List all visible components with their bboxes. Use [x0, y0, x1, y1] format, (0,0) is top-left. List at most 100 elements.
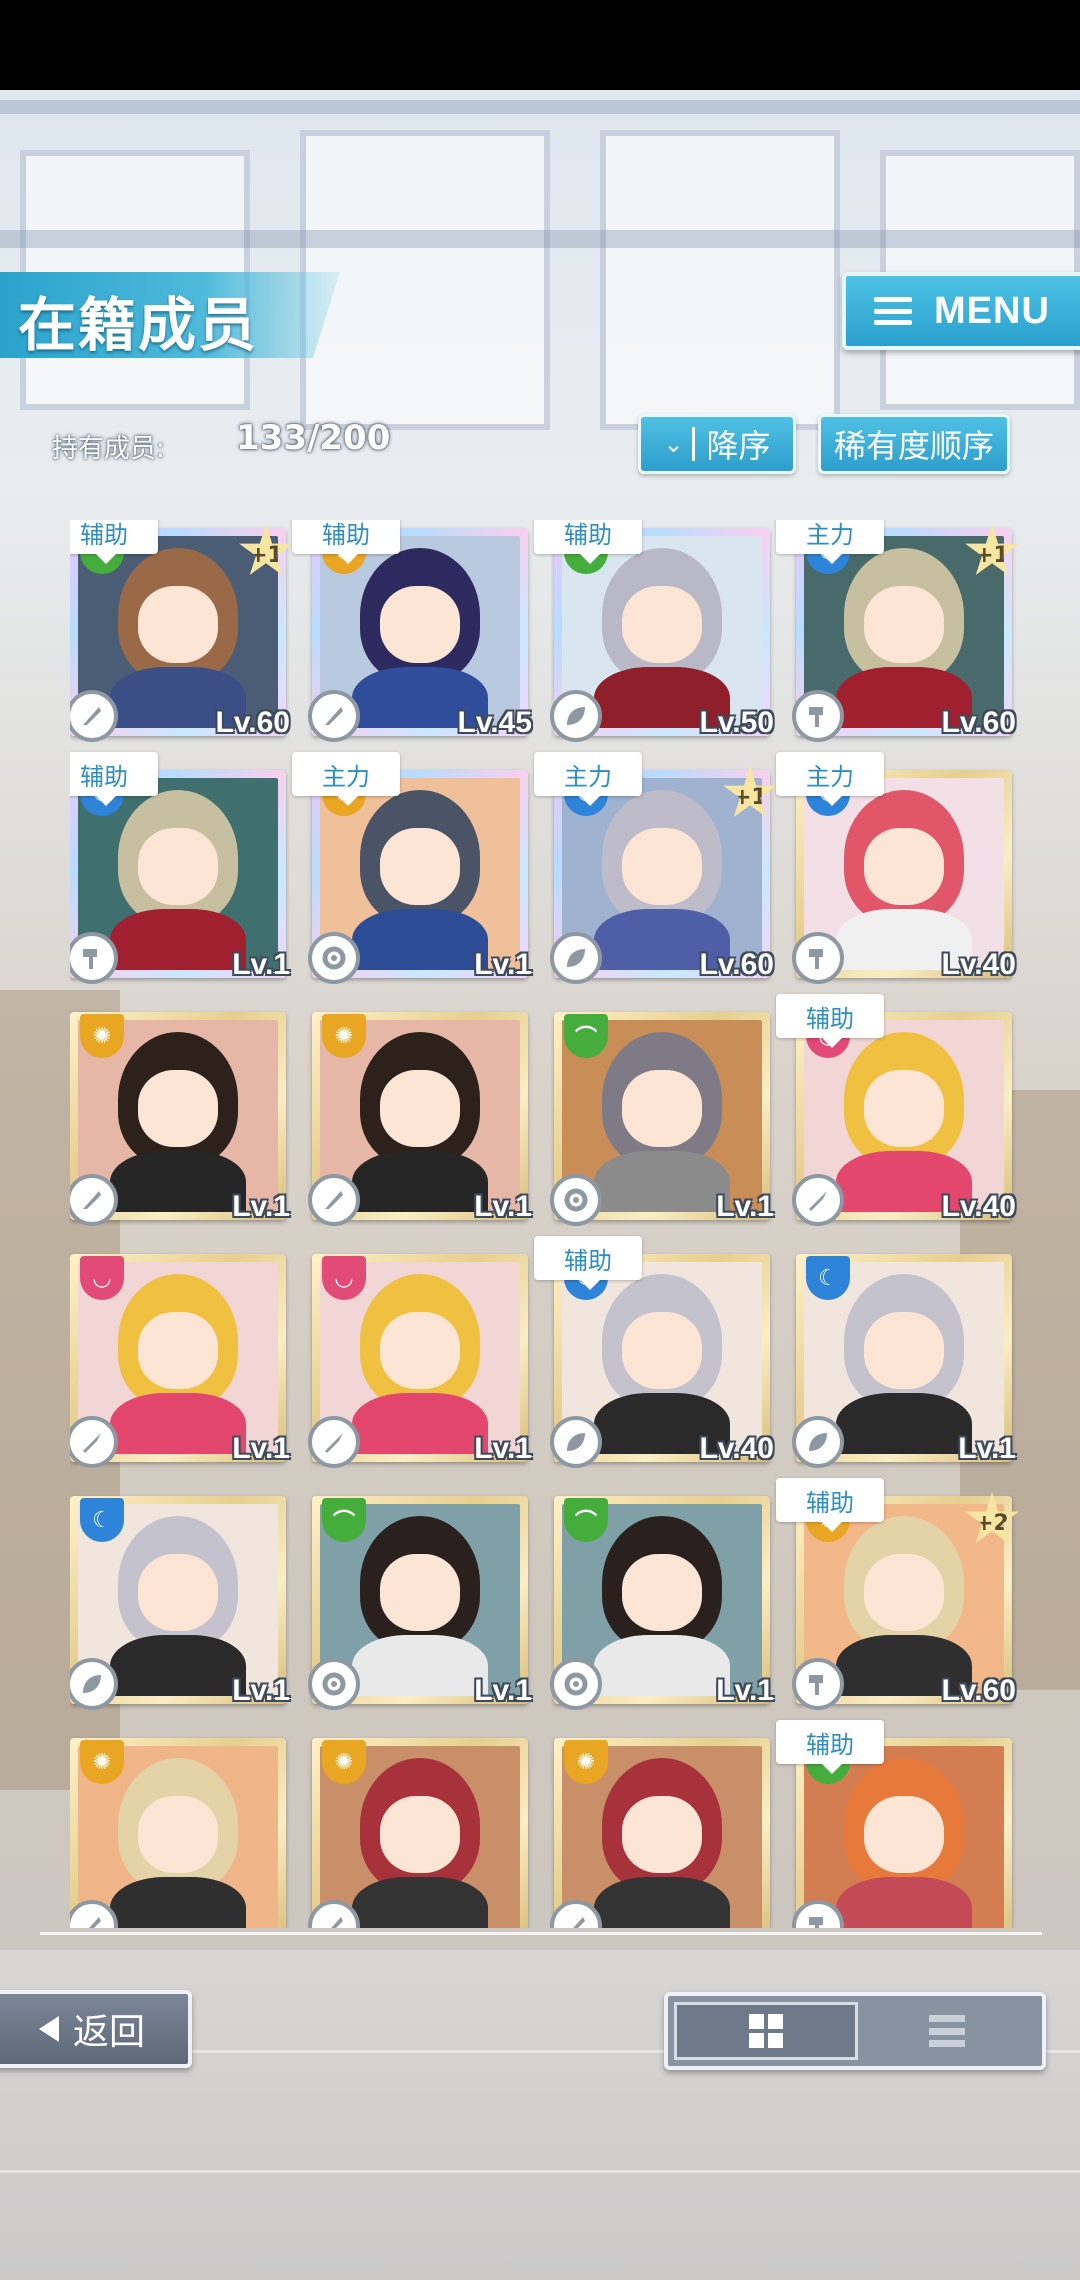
leaf-icon — [792, 1416, 844, 1468]
back-button[interactable]: 返回 — [0, 1990, 192, 2068]
role-tag: 辅助 — [70, 520, 158, 564]
level-label: Lv.40 — [941, 948, 1017, 981]
level-label: Lv.1 — [232, 1674, 290, 1707]
member-card[interactable]: ✺ — [70, 1730, 286, 1928]
grid-view-button[interactable] — [674, 2002, 858, 2060]
level-label: Lv.60 — [941, 1674, 1017, 1707]
attribute-icon: ⌒ — [564, 1498, 608, 1542]
list-icon — [929, 2015, 965, 2047]
gear-icon — [550, 1658, 602, 1710]
back-arrow-icon — [38, 2016, 59, 2042]
hammer-icon — [792, 932, 844, 984]
member-card[interactable]: ☾辅助Lv.1 — [70, 752, 290, 984]
grid-icon — [749, 2014, 783, 2048]
attribute-icon: ⌒ — [564, 1014, 608, 1058]
role-tag: 辅助 — [776, 1478, 884, 1532]
gear-icon — [550, 1174, 602, 1226]
level-label: Lv.1 — [232, 948, 290, 981]
member-card[interactable]: ⌒辅助+1Lv.60 — [70, 520, 293, 742]
level-label: Lv.50 — [699, 706, 775, 739]
status-bar — [0, 0, 1080, 90]
hammer-icon — [792, 1658, 844, 1710]
divider — [40, 1932, 1042, 1935]
level-label: Lv.60 — [699, 948, 775, 981]
level-label: Lv.40 — [941, 1190, 1017, 1223]
member-card[interactable]: ◡ Lv.1 — [308, 1246, 532, 1468]
hammer-icon — [792, 690, 844, 742]
members-count: 133/200 — [236, 418, 391, 458]
member-card[interactable]: ✺ Lv.1 — [308, 1004, 532, 1226]
level-label: Lv.1 — [474, 1190, 532, 1223]
member-card[interactable]: ✺ Lv.1 — [70, 1004, 290, 1226]
attribute-icon: ✺ — [564, 1740, 608, 1784]
sort-order-label: 降序 — [706, 427, 771, 465]
attribute-icon: ✺ — [322, 1014, 366, 1058]
member-card[interactable]: ⌒辅助 — [776, 1720, 1012, 1928]
attribute-icon: ☾ — [806, 1256, 850, 1300]
member-card[interactable]: ☾辅助Lv.40 — [534, 1236, 774, 1468]
feather-icon — [308, 1174, 360, 1226]
role-tag: 主力 — [776, 752, 884, 806]
level-label: Lv.60 — [941, 706, 1017, 739]
list-view-button[interactable] — [858, 2002, 1036, 2060]
level-label: Lv.1 — [474, 1432, 532, 1465]
member-card[interactable]: ⌒辅助Lv.50 — [534, 520, 774, 742]
leaf-icon — [550, 1416, 602, 1468]
role-tag: 辅助 — [292, 520, 400, 564]
separator — [691, 427, 695, 461]
feather-icon — [308, 690, 360, 742]
sort-order-button[interactable]: ⌄ 降序 — [638, 414, 796, 474]
attribute-icon: ◡ — [80, 1256, 124, 1300]
role-tag: 主力 — [534, 752, 642, 806]
member-card[interactable]: ☾主力Lv.40 — [776, 752, 1016, 984]
role-tag: 辅助 — [534, 1236, 642, 1290]
role-tag: 主力 — [776, 520, 884, 564]
chevron-down-icon: ⌄ — [663, 430, 684, 458]
level-label: Lv.45 — [457, 706, 533, 739]
level-label: Lv.40 — [699, 1432, 775, 1465]
sort-rarity-button[interactable]: 稀有度顺序 — [818, 414, 1010, 474]
level-label: Lv.1 — [716, 1190, 774, 1223]
gear-icon — [308, 932, 360, 984]
leaf-icon — [550, 690, 602, 742]
member-card[interactable]: ✺主力Lv.1 — [292, 752, 532, 984]
level-label: Lv.1 — [716, 1674, 774, 1707]
gear-icon — [308, 1658, 360, 1710]
view-toggle — [664, 1992, 1046, 2070]
member-card[interactable]: ⌒ Lv.1 — [550, 1488, 774, 1710]
role-tag: 辅助 — [534, 520, 642, 564]
member-card[interactable]: ✺辅助Lv.45 — [292, 520, 532, 742]
member-card[interactable]: ◡ Lv.1 — [70, 1246, 290, 1468]
back-label: 返回 — [72, 2012, 145, 2053]
attribute-icon: ✺ — [80, 1740, 124, 1784]
member-card[interactable]: ☾ Lv.1 — [792, 1246, 1016, 1468]
member-card[interactable]: ⌒ Lv.1 — [550, 1004, 774, 1226]
level-label: Lv.1 — [474, 1674, 532, 1707]
member-card[interactable]: ✺ — [308, 1730, 528, 1928]
hamburger-icon — [874, 297, 912, 325]
level-label: Lv.1 — [474, 948, 532, 981]
level-label: Lv.1 — [232, 1432, 290, 1465]
role-tag: 辅助 — [70, 752, 158, 806]
menu-label: MENU — [934, 289, 1050, 332]
game-screen: 在籍成员 MENU 持有成员: 133/200 ⌄ 降序 稀有度顺序 ⌒辅助+1… — [0, 0, 1080, 2280]
member-card[interactable]: ☾ Lv.1 — [70, 1488, 290, 1710]
member-card[interactable]: ✺ — [550, 1730, 770, 1928]
member-card[interactable]: ◡辅助Lv.40 — [776, 994, 1016, 1226]
leaf-icon — [550, 932, 602, 984]
sword-icon — [308, 1416, 360, 1468]
attribute-icon: ⌒ — [322, 1498, 366, 1542]
level-label: Lv.1 — [232, 1190, 290, 1223]
member-card[interactable]: ☾主力+1Lv.60 — [776, 520, 1019, 742]
attribute-icon: ☾ — [80, 1498, 124, 1542]
member-card[interactable]: ⌒ Lv.1 — [308, 1488, 532, 1710]
attribute-icon: ✺ — [80, 1014, 124, 1058]
sword-icon — [792, 1174, 844, 1226]
role-tag: 辅助 — [776, 994, 884, 1048]
menu-button[interactable]: MENU — [842, 272, 1080, 350]
member-card[interactable]: ☾主力+1Lv.60 — [534, 752, 777, 984]
role-tag: 辅助 — [776, 1720, 884, 1774]
level-label: Lv.1 — [958, 1432, 1016, 1465]
member-grid: ⌒辅助+1Lv.60✺辅助Lv.45⌒辅助Lv.50☾主力+1Lv.60☾辅助L… — [70, 520, 1020, 1928]
member-card[interactable]: ✺辅助+2Lv.60 — [776, 1478, 1019, 1710]
